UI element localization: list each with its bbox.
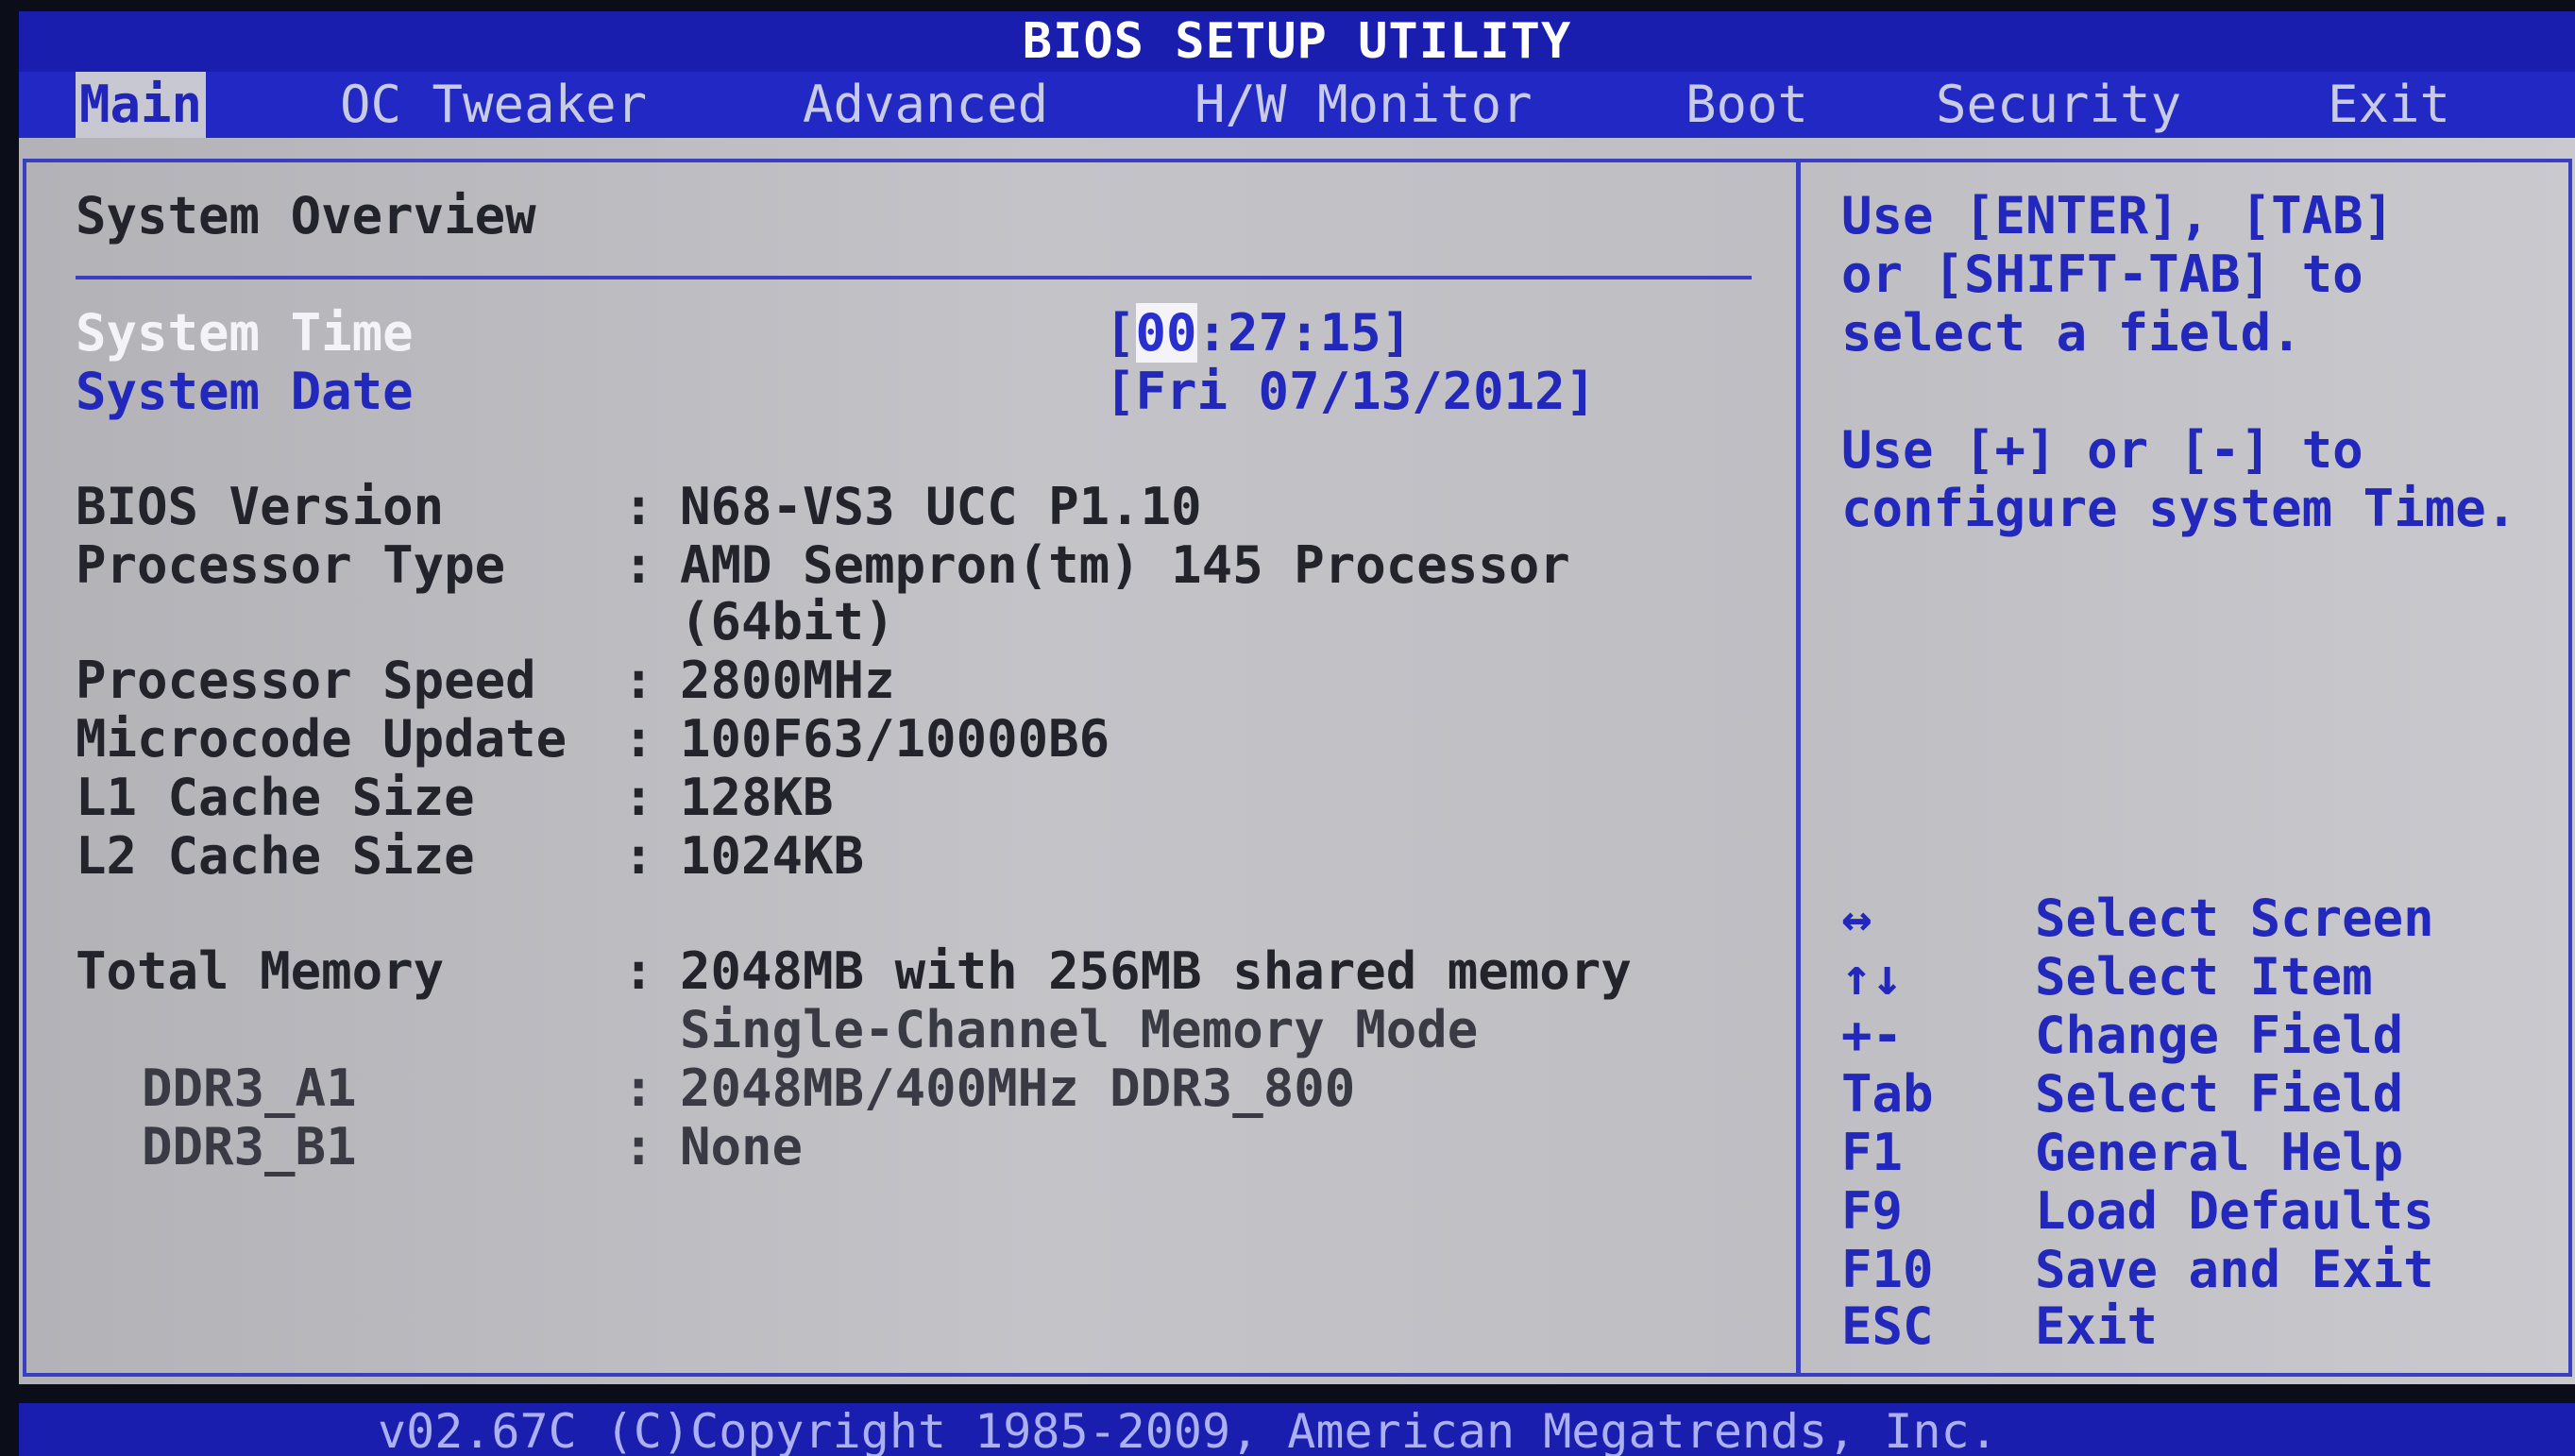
window-title: BIOS SETUP UTILITY (1022, 13, 1572, 70)
system-date-label[interactable]: System Date (76, 363, 414, 421)
section-rule (76, 276, 1752, 279)
l2-cache-sep: : (623, 826, 654, 886)
key-esc: ESC (1841, 1296, 1934, 1356)
processor-type-label: Processor Type (76, 535, 506, 595)
panel-divider (1796, 159, 1801, 1377)
top-menu-bar: Main OC Tweaker Advanced H/W Monitor Boo… (19, 72, 2575, 138)
key-save-and-exit: Save and Exit (2035, 1240, 2434, 1299)
key-select-item: Select Item (2035, 947, 2373, 1007)
key-change-field: Change Field (2035, 1006, 2404, 1065)
microcode-update-value: 100F63/10000B6 (680, 709, 1110, 769)
ddr3-a1-label: DDR3_A1 (142, 1058, 357, 1118)
bios-version-value: N68-VS3 UCC P1.10 (680, 477, 1202, 536)
processor-speed-sep: : (623, 651, 654, 710)
system-time-label[interactable]: System Time (76, 304, 414, 363)
tab-oc-tweaker[interactable]: OC Tweaker (340, 72, 647, 138)
help-line-6: configure system Time. (1841, 479, 2517, 538)
key-general-help: General Help (2035, 1123, 2404, 1182)
main-panel: System Overview System Time [00:27:15] S… (19, 138, 2575, 1384)
processor-type-sep: : (623, 535, 654, 595)
total-memory-value: 2048MB with 256MB shared memory (680, 941, 1632, 1001)
microcode-update-label: Microcode Update (76, 709, 568, 769)
key-plus-minus-icon: +- (1841, 1006, 1904, 1065)
tab-security[interactable]: Security (1936, 72, 2181, 138)
processor-type-value: AMD Sempron(tm) 145 Processor (680, 535, 1570, 595)
bios-version-label: BIOS Version (76, 477, 445, 536)
total-memory-label: Total Memory (76, 941, 445, 1001)
ddr3-a1-value: 2048MB/400MHz DDR3_800 (680, 1058, 1356, 1118)
help-line-3: select a field. (1841, 303, 2302, 363)
help-line-2: or [SHIFT-TAB] to (1841, 245, 2363, 304)
help-line-1: Use [ENTER], [TAB] (1841, 186, 2395, 245)
key-select-screen: Select Screen (2035, 889, 2434, 948)
footer-bar: v02.67C (C)Copyright 1985-2009, American… (19, 1403, 2575, 1456)
tab-advanced[interactable]: Advanced (803, 72, 1048, 138)
copyright-text: v02.67C (C)Copyright 1985-2009, American… (378, 1404, 1998, 1456)
help-line-5: Use [+] or [-] to (1841, 420, 2363, 480)
tab-main[interactable]: Main (76, 72, 207, 138)
total-memory-sep: : (623, 941, 654, 1001)
ddr3-b1-sep: : (623, 1117, 654, 1177)
tab-hw-monitor[interactable]: H/W Monitor (1194, 72, 1533, 138)
bios-title-bar: BIOS SETUP UTILITY (19, 11, 2575, 72)
key-tab: Tab (1841, 1064, 1934, 1124)
key-up-down-icon: ↑↓ (1841, 947, 1904, 1007)
system-time-rest: :27:15] (1196, 303, 1413, 363)
key-left-right-icon: ↔ (1841, 889, 1872, 948)
ddr3-b1-value: None (680, 1117, 804, 1177)
system-date-value[interactable]: [Fri 07/13/2012] (1105, 363, 1596, 421)
memory-mode-value: Single-Channel Memory Mode (680, 1000, 1479, 1059)
l1-cache-label: L1 Cache Size (76, 768, 475, 827)
l1-cache-sep: : (623, 768, 654, 827)
ddr3-a1-sep: : (623, 1058, 654, 1118)
system-time-value[interactable]: [00:27:15] (1105, 303, 1413, 363)
bios-version-sep: : (623, 477, 654, 536)
tab-boot[interactable]: Boot (1686, 72, 1808, 138)
system-time-hours-cursor[interactable]: 00 (1135, 303, 1197, 363)
microcode-update-sep: : (623, 709, 654, 769)
system-time-bracket: [ (1105, 303, 1136, 363)
l1-cache-value: 128KB (680, 768, 834, 827)
ddr3-b1-label: DDR3_B1 (142, 1117, 357, 1177)
processor-type-value-cont: (64bit) (680, 592, 895, 652)
key-f1: F1 (1841, 1123, 1904, 1182)
processor-speed-label: Processor Speed (76, 651, 536, 710)
l2-cache-label: L2 Cache Size (76, 826, 475, 886)
tab-exit[interactable]: Exit (2328, 72, 2450, 138)
l2-cache-value: 1024KB (680, 826, 865, 886)
key-exit: Exit (2035, 1296, 2159, 1356)
processor-speed-value: 2800MHz (680, 651, 895, 710)
key-select-field: Select Field (2035, 1064, 2404, 1124)
key-load-defaults: Load Defaults (2035, 1181, 2434, 1241)
section-title: System Overview (76, 186, 536, 245)
key-f9: F9 (1841, 1181, 1904, 1241)
key-f10: F10 (1841, 1240, 1934, 1299)
